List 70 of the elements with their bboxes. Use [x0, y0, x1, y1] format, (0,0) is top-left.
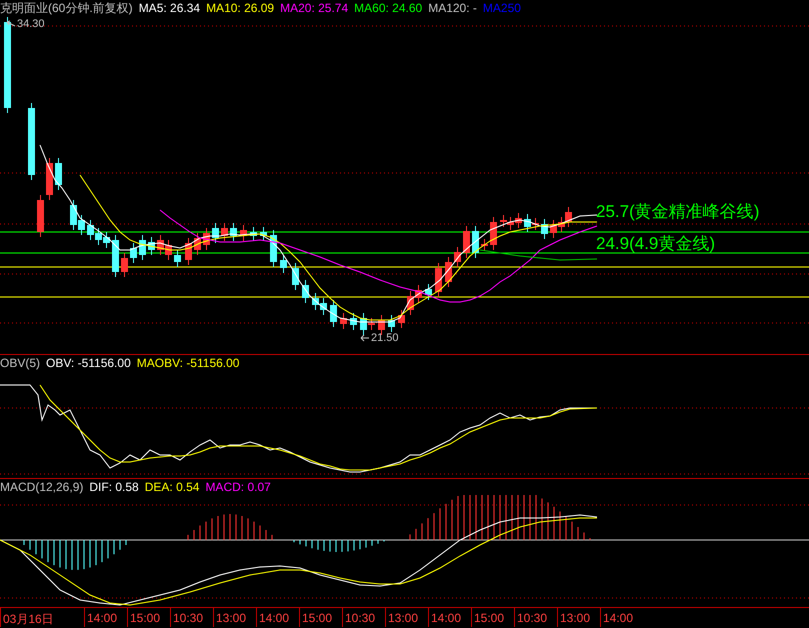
candlestick — [55, 158, 62, 190]
time-axis-label: 13:00 — [213, 608, 256, 627]
candlestick — [46, 158, 53, 200]
time-axis-label: 15:00 — [127, 608, 170, 627]
indicator-label: OBV: -51156.00 — [46, 356, 131, 370]
indicator-label: MA10: 26.09 — [206, 1, 274, 15]
candlestick — [472, 226, 479, 258]
candlestick — [212, 222, 219, 244]
candlestick — [240, 224, 247, 242]
candlestick — [388, 314, 395, 332]
candlestick — [435, 262, 442, 298]
candlestick — [398, 310, 405, 328]
candlestick — [270, 230, 277, 268]
arrow-icon — [6, 20, 16, 28]
candlestick — [250, 226, 257, 242]
candlestick — [185, 238, 192, 266]
indicator-label: MA20: 25.74 — [280, 1, 348, 15]
time-axis-label: 10:30 — [170, 608, 213, 627]
candlestick — [541, 218, 548, 240]
candlestick — [340, 312, 347, 330]
panel-title: OBV(5) — [0, 356, 40, 370]
low-price-label: 21.50 — [371, 332, 399, 344]
time-axis-label: 10:30 — [514, 608, 557, 627]
candlestick — [280, 254, 287, 274]
indicator-label: MA120: - — [428, 1, 477, 15]
candlestick — [302, 280, 309, 304]
panel-title: 克明面业(60分钟.前复权) — [0, 0, 133, 16]
indicator-label: MAOBV: -51156.00 — [136, 356, 240, 370]
candlestick — [463, 226, 470, 258]
candlestick — [445, 256, 452, 288]
indicator-label: MA60: 24.60 — [354, 1, 422, 15]
price-annotation: 25.7(黄金精准峰谷线) — [596, 201, 760, 223]
indicator-label: DEA: 0.54 — [144, 480, 200, 494]
time-axis-label: 13:00 — [385, 608, 428, 627]
candlestick — [194, 232, 201, 256]
candlestick — [221, 222, 228, 242]
indicator-label: MA250 — [482, 1, 521, 15]
candlestick — [454, 246, 461, 268]
candlestick — [490, 216, 497, 250]
candlestick — [121, 252, 128, 278]
candlestick — [139, 234, 146, 260]
candlestick — [130, 242, 137, 264]
candlestick — [174, 250, 181, 268]
arrow-icon — [360, 334, 370, 342]
time-axis-label: 13:00 — [557, 608, 600, 627]
time-axis-label: 15:00 — [471, 608, 514, 627]
indicator-label: MACD: 0.07 — [205, 480, 271, 494]
candlestick — [148, 236, 155, 256]
time-axis-label: 10:30 — [342, 608, 385, 627]
candlestick — [350, 312, 357, 330]
price-annotation: 24.9(4.9黄金线) — [596, 233, 716, 255]
time-axis-label: 15:00 — [299, 608, 342, 627]
high-price-label: 34.30 — [17, 18, 45, 30]
candlestick — [230, 222, 237, 242]
time-axis-label: 14:00 — [256, 608, 299, 627]
candlestick — [37, 194, 44, 238]
time-axis-label: 14:00 — [600, 608, 643, 627]
indicator-label: MA5: 26.34 — [138, 1, 200, 15]
candlestick — [330, 300, 337, 328]
time-axis-label: 03月16日 — [0, 608, 84, 627]
candlestick — [481, 238, 488, 252]
candlestick — [203, 228, 210, 250]
candlestick — [425, 284, 432, 300]
indicator-label: DIF: 0.58 — [89, 480, 139, 494]
candlestick — [292, 262, 299, 290]
time-axis-label: 14:00 — [84, 608, 127, 627]
panel-title: MACD(12,26,9) — [0, 480, 84, 494]
time-axis-label: 14:00 — [428, 608, 471, 627]
candlestick — [112, 234, 119, 278]
candlestick — [260, 226, 267, 242]
